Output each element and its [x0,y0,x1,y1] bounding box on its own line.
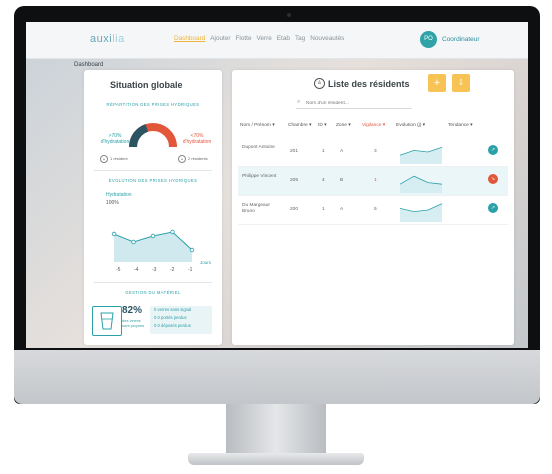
column-header-zone[interactable]: Zone ▾ [336,123,362,133]
trend-up-icon[interactable]: ↗ [488,203,498,213]
vigilance-cell: 1 [374,178,377,183]
user-icon: ♙ [100,155,108,163]
camera-dot [287,13,291,17]
x-tick: -4 [134,267,139,273]
right-resident-count: ♙ 2 résidents [178,155,208,163]
hydration-axis-label: Hydratation [106,192,132,198]
table-header: Nom / Prénom ▾ Chambre ▾ ID ▾ Zone ▾ Vig… [240,123,508,133]
row-sparkline [399,146,443,164]
vigilance-cell: 3 [374,149,377,154]
left-resident-count: ♙ 1 résident [100,155,128,163]
room-cell: 205 [290,178,299,183]
materiel-item: 0 0 portés perdus [154,315,187,320]
column-header-tendance[interactable]: Tendance ▾ [448,123,482,133]
row-sparkline [399,175,443,193]
vigilance-cell: 5 [374,207,377,212]
x-tick: -3 [152,267,157,273]
id-cell: 4 [322,178,325,183]
resident-name: Philippe Vincent [242,174,277,179]
search-input[interactable] [296,98,412,109]
hydration-axis-top: 100% [106,200,119,206]
add-resident-button[interactable]: + [428,74,446,92]
trend-up-icon[interactable]: ↗ [488,145,498,155]
gauge-left-label: >70% d'hydratation [100,133,130,145]
column-header-evolution[interactable]: Evolution (j) ▾ [396,123,448,133]
materiel-list: 0 verres sans signal 0 0 portés perdus 0… [150,306,212,334]
materiel-item: 0 verres sans signal [154,307,192,312]
nav-etab[interactable]: Etab [277,35,290,42]
gauge-teal-arc [129,124,149,148]
column-header-chambre[interactable]: Chambre ▾ [288,123,318,133]
app-logo[interactable]: auxilia [90,33,125,45]
row-sparkline [399,203,443,222]
export-button[interactable]: ⇩ [452,74,470,92]
trend-point [131,239,136,245]
x-tick: -2 [170,267,175,273]
trend-point [170,229,175,235]
zone-cell: B [340,178,344,183]
nav-flotte[interactable]: Flotte [236,35,252,42]
divider [94,170,212,171]
monitor-chin [14,350,540,404]
sparkline-area [400,176,442,193]
situation-panel: Situation globale RÉPARTITION DES PRISES… [84,70,222,345]
avatar[interactable]: PO [420,31,437,48]
room-cell: 200 [290,207,299,212]
user-role[interactable]: Coordinateur [442,36,480,43]
column-header-vigilance[interactable]: Vigilance ▾ [362,123,396,133]
hydration-section-title: RÉPARTITION DES PRISES HYDRIQUES [106,102,200,107]
nav-nouveautes[interactable]: Nouveautés [310,35,344,42]
resident-name: Du Margeaur Bruno [242,203,270,214]
x-axis-label: Jours [200,260,212,265]
materiel-section-title: GESTION DU MATÉRIEL [125,290,181,295]
id-cell: 1 [322,207,325,212]
evolution-section-title: ÉVOLUTION DES PRISES HYDRIQUES [108,178,198,183]
zone-cell: A [340,207,344,212]
monitor-stand [226,404,326,456]
screen: auxilia Dashboard Ajouter Flotte Verre E… [26,22,528,348]
trend-point [111,231,117,237]
column-header-id[interactable]: ID ▾ [318,123,336,133]
user-icon: ♙ [178,155,186,163]
materiel-percentage: 82% [122,305,143,316]
glass-icon [92,306,122,336]
trend-down-icon[interactable]: ↘ [488,174,498,184]
trend-point [189,247,195,253]
x-tick: -5 [116,267,121,273]
gauge-right-label: <70% d'hydratation [182,133,212,145]
residents-panel: ♙ Liste des résidents + ⇩ ⌕ Nom / Prénom… [232,70,514,345]
divider [94,282,212,283]
zone-cell: A [340,149,344,154]
trend-point [150,233,156,239]
top-bar: auxilia Dashboard Ajouter Flotte Verre E… [26,22,528,59]
materiel-description: des verres sont propres [122,318,145,328]
id-cell: 1 [322,149,325,154]
table-row[interactable]: Du Margeaur Bruno 200 1 A 5 ↗ [238,196,508,225]
situation-title: Situation globale [110,80,183,90]
column-header-name[interactable]: Nom / Prénom ▾ [240,123,288,133]
main-nav: Dashboard Ajouter Flotte Verre Etab Tag … [174,35,344,42]
materiel-item: 0 0 déposés perdus [154,323,191,328]
residents-icon: ♙ [314,78,325,89]
nav-dashboard[interactable]: Dashboard [174,35,205,42]
nav-tag[interactable]: Tag [295,35,305,42]
nav-ajouter[interactable]: Ajouter [210,35,230,42]
table-row[interactable]: Dupont Antoine 201 1 A 3 ↗ [238,138,508,167]
hydration-trend-chart [111,229,195,262]
x-tick: -1 [188,267,193,273]
residents-title: Liste des résidents [328,79,410,89]
monitor-stand-base [188,453,364,465]
resident-name: Dupont Antoine [242,145,275,150]
room-cell: 201 [290,149,299,154]
nav-verre[interactable]: Verre [257,35,272,42]
hydration-gauge [129,123,177,148]
breadcrumb: Dashboard [74,62,104,68]
table-row[interactable]: Philippe Vincent 205 4 B 1 ↘ [238,167,508,196]
